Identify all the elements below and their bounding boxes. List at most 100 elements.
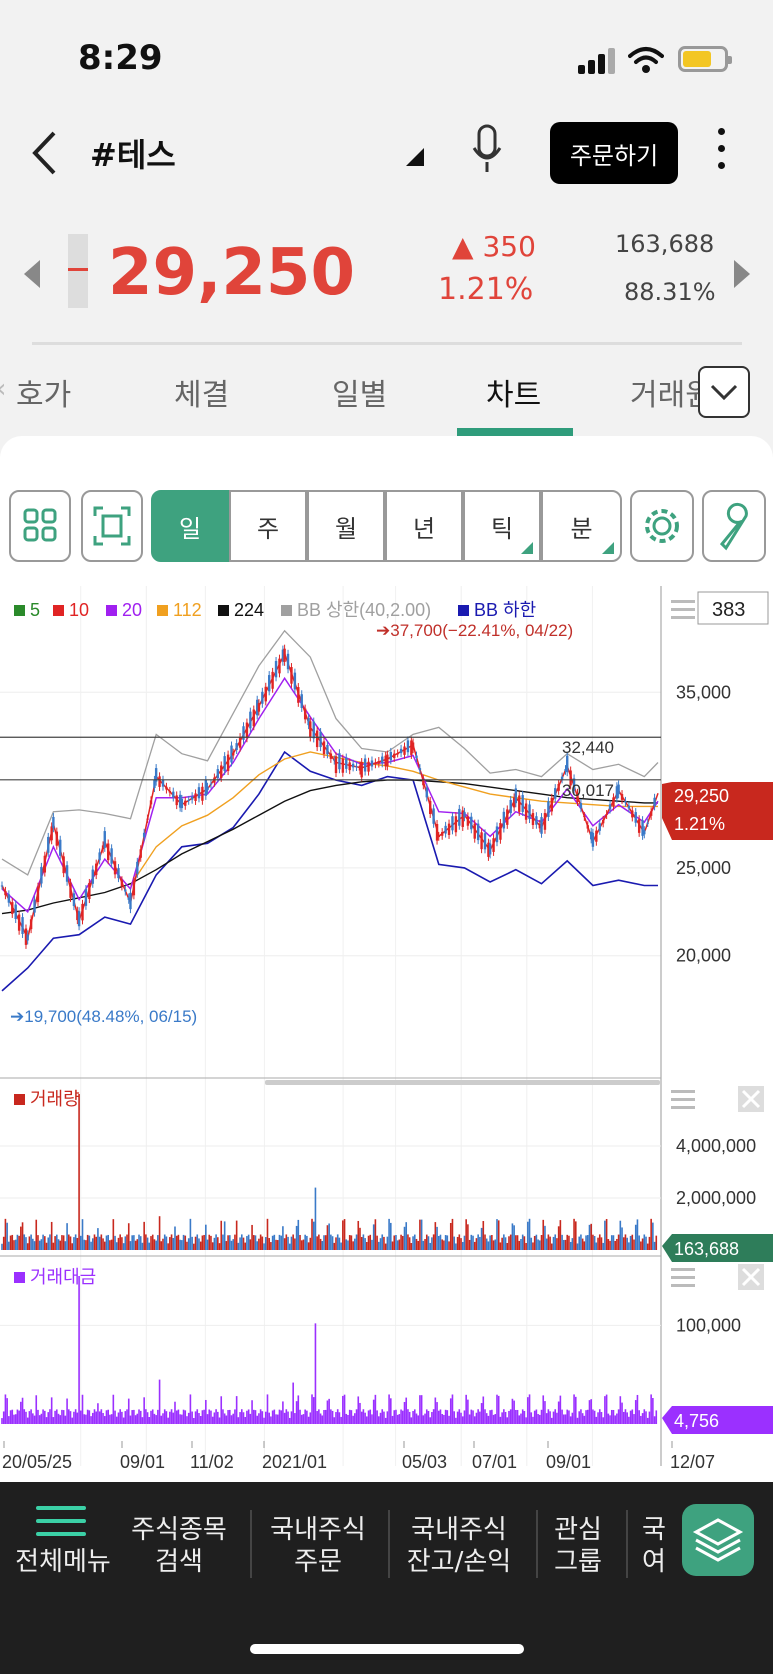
x-tick-label: 05/03 xyxy=(402,1452,447,1472)
volume-bar xyxy=(240,1234,243,1250)
nav-domestic-balance[interactable]: 국내주식 잔고/손익 xyxy=(398,1514,520,1578)
value-bar xyxy=(126,1409,128,1424)
candle-body xyxy=(252,709,255,727)
tabs-expand-button[interactable] xyxy=(698,366,750,418)
layers-fab-button[interactable] xyxy=(682,1504,754,1576)
period-tick-button[interactable]: 틱 xyxy=(463,490,541,562)
tabs-scroll-left-icon[interactable]: ‹ xyxy=(0,374,6,404)
nav-watchlist[interactable]: 관심 그룹 xyxy=(546,1514,610,1578)
volume-bar xyxy=(357,1220,360,1250)
nav-overseas[interactable]: 국여 xyxy=(636,1514,672,1578)
value-bar xyxy=(574,1396,577,1424)
chart-scrollbar[interactable] xyxy=(265,1080,660,1085)
volume-bar xyxy=(655,1235,658,1250)
tab-hoga[interactable]: 호가 xyxy=(16,370,71,414)
fullscreen-button[interactable] xyxy=(81,490,143,562)
volume-bar xyxy=(390,1222,392,1250)
nav-domestic-order[interactable]: 국내주식 주문 xyxy=(262,1514,374,1578)
volume-bar xyxy=(38,1240,41,1250)
legend-bb-lower: BB 하한 xyxy=(474,600,536,620)
candle-body xyxy=(40,866,43,884)
prev-stock-icon[interactable] xyxy=(24,260,40,288)
volume-bar xyxy=(398,1239,401,1250)
nav-full-menu[interactable]: 전체메뉴 xyxy=(8,1546,118,1578)
candle-body xyxy=(95,863,98,876)
stock-dropdown-icon[interactable] xyxy=(406,148,424,166)
value-bar xyxy=(312,1397,315,1424)
volume-bar xyxy=(145,1234,147,1250)
back-icon[interactable] xyxy=(30,130,58,176)
value-bar xyxy=(443,1414,445,1424)
more-menu-icon[interactable] xyxy=(718,128,726,176)
stock-title[interactable]: #테스 xyxy=(90,130,176,176)
volume-bar xyxy=(605,1218,608,1250)
stock-chart[interactable]: 5 10 20 112 224 BB 상한(40,2.00) BB 하한 383… xyxy=(0,586,773,1482)
value-bar xyxy=(18,1410,20,1424)
nav-stock-search[interactable]: 주식종목 검색 xyxy=(124,1514,234,1578)
candle-body xyxy=(117,868,120,879)
volume-bar xyxy=(484,1234,486,1250)
layout-grid-button[interactable] xyxy=(9,490,71,562)
value-bar xyxy=(509,1409,512,1424)
value-bar xyxy=(81,1394,84,1424)
chart-settings-button[interactable] xyxy=(630,490,694,562)
candle-body xyxy=(194,793,197,801)
price-panel-menu-icon[interactable] xyxy=(671,600,695,619)
volume-bar xyxy=(501,1237,503,1250)
value-bar xyxy=(412,1411,414,1424)
value-bar xyxy=(352,1415,354,1424)
value-bar xyxy=(398,1414,401,1424)
volume-bar xyxy=(617,1234,620,1250)
tab-trades[interactable]: 체결 xyxy=(174,370,229,414)
hamburger-icon[interactable] xyxy=(36,1506,86,1545)
legend-swatch xyxy=(281,605,292,616)
volume-panel-close-icon[interactable] xyxy=(738,1086,764,1112)
value-bar xyxy=(403,1401,406,1424)
candle-body xyxy=(566,755,569,773)
volume-bar xyxy=(448,1241,450,1250)
value-bar xyxy=(342,1395,344,1424)
value-panel-menu-icon[interactable] xyxy=(671,1268,695,1287)
value-bar xyxy=(583,1415,586,1424)
candle-body xyxy=(201,786,204,801)
value-bar xyxy=(211,1416,214,1424)
volume-panel-title: 거래량 xyxy=(30,1089,80,1109)
value-bar xyxy=(508,1410,510,1424)
period-minute-button[interactable]: 분 xyxy=(541,490,622,562)
value-bar xyxy=(458,1409,461,1424)
period-week-button[interactable]: 주 xyxy=(229,490,307,562)
volume-bar xyxy=(369,1234,372,1250)
volume-bar xyxy=(552,1236,555,1250)
volume-bar xyxy=(294,1238,296,1250)
value-bar xyxy=(439,1409,442,1424)
candle-body xyxy=(617,784,620,795)
tab-chart[interactable]: 차트 xyxy=(486,370,541,414)
period-day-button[interactable]: 일 xyxy=(151,490,229,562)
volume-bar xyxy=(340,1242,342,1250)
order-button[interactable]: 주문하기 xyxy=(550,122,678,184)
value-bar xyxy=(614,1415,616,1424)
volume-bar xyxy=(653,1241,656,1250)
candle-body xyxy=(110,848,113,864)
volume-bar xyxy=(205,1224,207,1250)
next-stock-icon[interactable] xyxy=(734,260,750,288)
microphone-icon[interactable] xyxy=(472,124,502,174)
candle-body xyxy=(129,892,132,910)
volume-panel-menu-icon[interactable] xyxy=(671,1090,695,1109)
candle-body xyxy=(483,833,487,850)
chart-tools-button[interactable] xyxy=(702,490,766,562)
volume-bar xyxy=(275,1239,277,1250)
tab-daily[interactable]: 일별 xyxy=(332,370,387,414)
candle-body xyxy=(399,748,403,754)
value-bar xyxy=(515,1409,517,1424)
candle-body xyxy=(396,753,399,755)
period-month-button[interactable]: 월 xyxy=(307,490,385,562)
low-annotation: ➔19,700(48.48%, 06/15) xyxy=(10,1007,197,1026)
value-panel-close-icon[interactable] xyxy=(738,1264,764,1290)
value-bar xyxy=(276,1414,279,1424)
tab-brokers[interactable]: 거래원 xyxy=(630,370,698,414)
value-bar xyxy=(270,1416,272,1424)
period-year-button[interactable]: 년 xyxy=(385,490,463,562)
value-bar xyxy=(115,1416,118,1424)
value-bar xyxy=(297,1395,300,1424)
